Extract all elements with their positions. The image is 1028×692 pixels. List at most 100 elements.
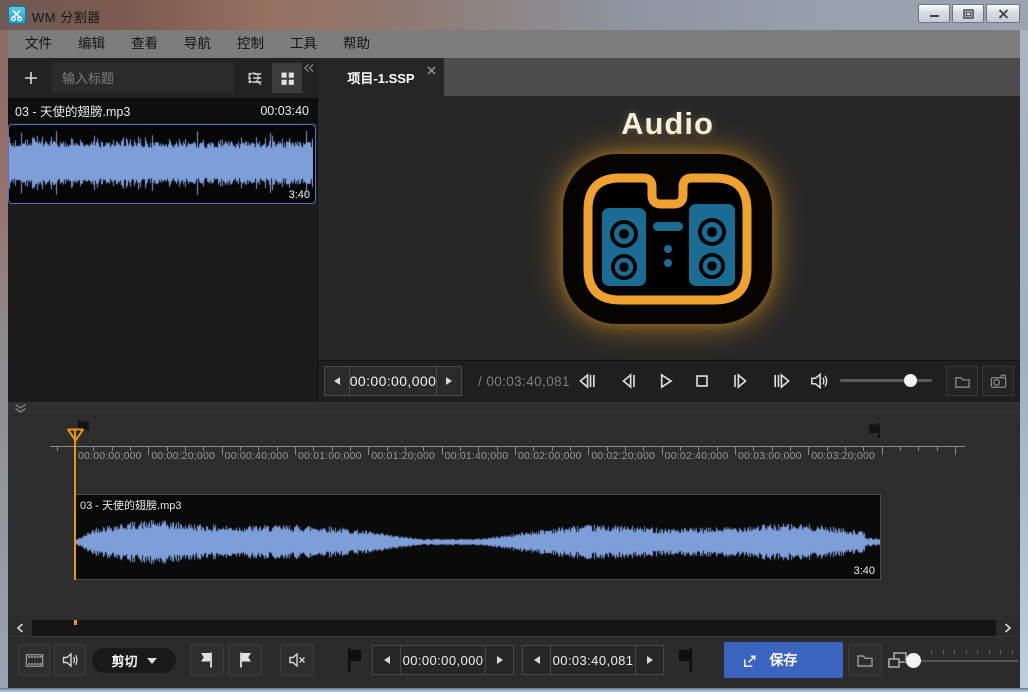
double-chevron-icon: [303, 63, 315, 73]
clip-end-flag-icon[interactable]: [868, 423, 881, 438]
tab-project[interactable]: 项目-1.SSP: [318, 58, 444, 96]
start-time-decrement[interactable]: [373, 646, 400, 674]
library-item[interactable]: 03 - 天使的翅膀.mp3 00:03:40: [8, 98, 318, 123]
audio-logo-text: Audio: [540, 106, 795, 142]
mode-dropdown[interactable]: 剪切: [92, 648, 176, 673]
step-forward-button[interactable]: [727, 367, 753, 395]
ruler-label: 00:00:00;000: [78, 450, 142, 462]
menu-item-6[interactable]: 帮助: [330, 30, 383, 58]
splitter-collapse-icon[interactable]: [14, 403, 27, 413]
zoom-tick: [966, 650, 967, 655]
zoom-tick: [1012, 650, 1013, 655]
title-bar[interactable]: [0, 0, 1028, 30]
playhead-line[interactable]: [74, 430, 76, 580]
ruler-tick: [937, 447, 938, 451]
ruler-tick: [808, 447, 809, 455]
menu-item-0[interactable]: 文件: [12, 30, 65, 58]
search-input[interactable]: [52, 63, 246, 93]
zoom-slider-knob[interactable]: [906, 653, 921, 668]
maximize-button[interactable]: [952, 4, 984, 23]
scissors-icon: [10, 8, 24, 22]
volume-slider-track[interactable]: [840, 379, 932, 382]
list-view-button[interactable]: [240, 63, 270, 93]
end-time-spinner: 00:03:40,081: [522, 645, 664, 675]
skip-to-end-button[interactable]: [769, 367, 795, 395]
library-item-thumbnail[interactable]: 3:40: [8, 124, 316, 204]
zoom-slider-track[interactable]: [904, 660, 1018, 662]
current-time-value[interactable]: 00:00:00,000: [350, 367, 437, 395]
mute-button[interactable]: [280, 644, 314, 676]
tab-close-button[interactable]: [427, 62, 436, 80]
close-button[interactable]: [986, 4, 1020, 23]
right-arrow-icon: [647, 656, 653, 664]
timeline-scrollbar[interactable]: [8, 620, 1020, 636]
set-start-marker-button[interactable]: [190, 644, 224, 676]
timeline-clip[interactable]: 03 - 天使的翅膀.mp3 3:40: [75, 494, 881, 580]
end-time-decrement[interactable]: [523, 646, 550, 674]
scroll-right-button[interactable]: [996, 620, 1020, 636]
chevron-left-icon: [16, 623, 24, 633]
step-back-button[interactable]: [616, 367, 642, 395]
scroll-left-button[interactable]: [8, 620, 32, 636]
open-folder-button[interactable]: [946, 366, 978, 396]
left-arrow-icon: [334, 377, 340, 385]
folder-icon: [855, 650, 875, 670]
start-time-increment[interactable]: [486, 646, 513, 674]
menu-item-2[interactable]: 查看: [118, 30, 171, 58]
end-time-increment[interactable]: [636, 646, 663, 674]
ruler-label: 00:03:20;000: [811, 450, 875, 462]
speaker-icon: [808, 370, 830, 392]
ruler-label: 00:03:00;000: [738, 450, 802, 462]
menu-item-3[interactable]: 导航: [171, 30, 224, 58]
set-end-marker-button[interactable]: [228, 644, 262, 676]
skip-to-start-button[interactable]: [574, 367, 600, 395]
close-icon: [427, 66, 436, 75]
menu-item-1[interactable]: 编辑: [65, 30, 118, 58]
total-time-prefix: /: [478, 374, 482, 389]
library-item-name: 03 - 天使的翅膀.mp3: [8, 101, 260, 120]
ruler-tick: [882, 447, 883, 455]
menu-item-5[interactable]: 工具: [277, 30, 330, 58]
stop-button[interactable]: [689, 367, 715, 395]
add-media-button[interactable]: [16, 63, 46, 93]
save-button[interactable]: 保存: [724, 642, 843, 678]
total-time: / 00:03:40,081: [478, 360, 570, 402]
step-forward-icon: [729, 370, 751, 392]
video-track-button[interactable]: [18, 644, 50, 676]
library-item-duration: 00:03:40: [260, 104, 318, 118]
clip-duration: 3:40: [854, 565, 875, 577]
time-increment-button[interactable]: [437, 367, 461, 395]
audio-track-button[interactable]: [54, 644, 86, 676]
zoom-tick: [943, 650, 944, 655]
ruler-label: 00:01:20;000: [371, 450, 435, 462]
tab-label: 项目-1.SSP: [318, 58, 444, 96]
minimize-button[interactable]: [918, 4, 950, 23]
caret-down-icon: [147, 658, 157, 669]
timeline-ruler[interactable]: [50, 446, 965, 447]
end-time-value[interactable]: 00:03:40,081: [551, 646, 635, 674]
volume-button[interactable]: [806, 367, 832, 395]
grid-view-button[interactable]: [272, 63, 302, 93]
panel-splitter[interactable]: [8, 402, 1020, 414]
start-time-value[interactable]: 00:00:00,000: [401, 646, 485, 674]
ruler-tick: [955, 447, 956, 455]
volume-slider-knob[interactable]: [904, 374, 917, 387]
zoom-tick: [931, 650, 932, 655]
time-decrement-button[interactable]: [325, 367, 349, 395]
scrollbar-playhead-tick: [74, 620, 77, 625]
right-arrow-icon: [446, 377, 452, 385]
flag-left-icon: [197, 650, 217, 670]
ruler-tick: [515, 447, 516, 455]
plus-icon: [23, 70, 39, 86]
window-title: WM 分割器: [32, 7, 101, 26]
flag-right-icon: [235, 650, 255, 670]
play-button[interactable]: [652, 367, 678, 395]
snapshot-button[interactable]: [982, 366, 1014, 396]
menu-item-4[interactable]: 控制: [224, 30, 277, 58]
zoom-tick: [1000, 650, 1001, 655]
chevron-right-icon: [1004, 623, 1012, 633]
output-folder-button[interactable]: [848, 644, 882, 676]
ruler-label: 00:02:40;000: [665, 450, 729, 462]
collapse-panel-button[interactable]: [303, 60, 315, 78]
folder-icon: [953, 372, 972, 391]
